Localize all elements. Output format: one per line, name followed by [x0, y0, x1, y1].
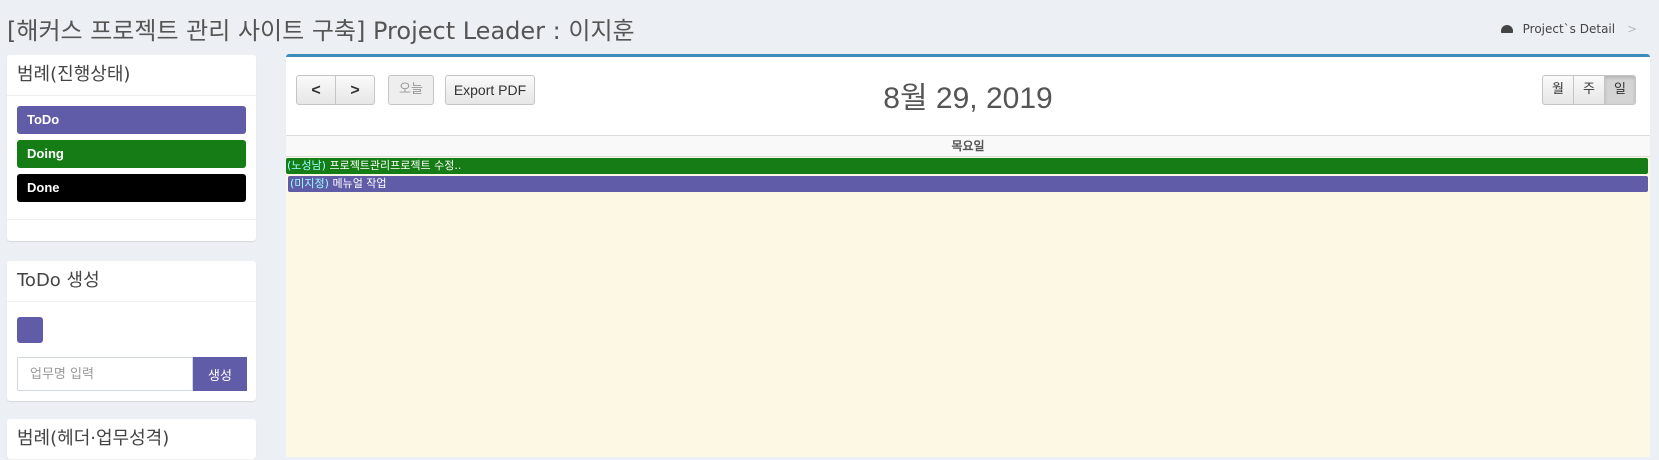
dashboard-icon — [1500, 24, 1513, 33]
day-column-header: 목요일 — [286, 135, 1650, 157]
view-day-button[interactable]: 일 — [1604, 75, 1636, 105]
legend-item-todo: ToDo — [17, 106, 246, 134]
legend-divider — [7, 219, 256, 220]
page-title: [해커스 프로젝트 관리 사이트 구축] Project Leader : 이지… — [7, 17, 635, 45]
calendar-title: 8월 29, 2019 — [883, 82, 1053, 115]
legend-item-doing: Doing — [17, 140, 246, 168]
breadcrumb-link[interactable]: Project`s Detail — [1523, 22, 1615, 36]
todo-create-title: ToDo 생성 — [7, 261, 256, 302]
calendar-event[interactable]: (노성남) 프로젝트관리프로젝트 수정.. — [286, 158, 1648, 174]
view-month-button[interactable]: 월 — [1542, 75, 1574, 105]
event-assignee: (노성남) — [287, 159, 326, 172]
breadcrumb-separator: > — [1626, 22, 1637, 36]
day-body[interactable]: (노성남) 프로젝트관리프로젝트 수정.. (미지정) 메뉴얼 작업 — [286, 157, 1650, 457]
legend-item-done: Done — [17, 174, 246, 202]
legend-header-box: 범례(헤더·업무성격) — [7, 419, 256, 460]
task-name-input[interactable] — [17, 357, 193, 391]
breadcrumb: Project`s Detail > — [1500, 22, 1637, 36]
todo-create-box: ToDo 생성 생성 — [7, 261, 256, 401]
legend-status-box: 범례(진행상태) ToDo Doing Done — [7, 55, 256, 241]
calendar-panel: < > 오늘 Export PDF 8월 29, 2019 월 주 일 목요일 … — [286, 54, 1650, 457]
view-week-button[interactable]: 주 — [1573, 75, 1605, 105]
event-title: 메뉴얼 작업 — [328, 177, 387, 190]
calendar-event[interactable]: (미지정) 메뉴얼 작업 — [288, 176, 1648, 192]
todo-color-swatch[interactable] — [17, 317, 43, 343]
legend-status-title: 범례(진행상태) — [7, 55, 256, 96]
legend-header-title: 범례(헤더·업무성격) — [7, 419, 256, 460]
create-todo-button[interactable]: 생성 — [193, 357, 247, 391]
legend-status-list: ToDo Doing Done — [7, 96, 256, 202]
event-assignee: (미지정) — [290, 177, 329, 190]
event-title: 프로젝트관리프로젝트 수정.. — [325, 159, 462, 172]
